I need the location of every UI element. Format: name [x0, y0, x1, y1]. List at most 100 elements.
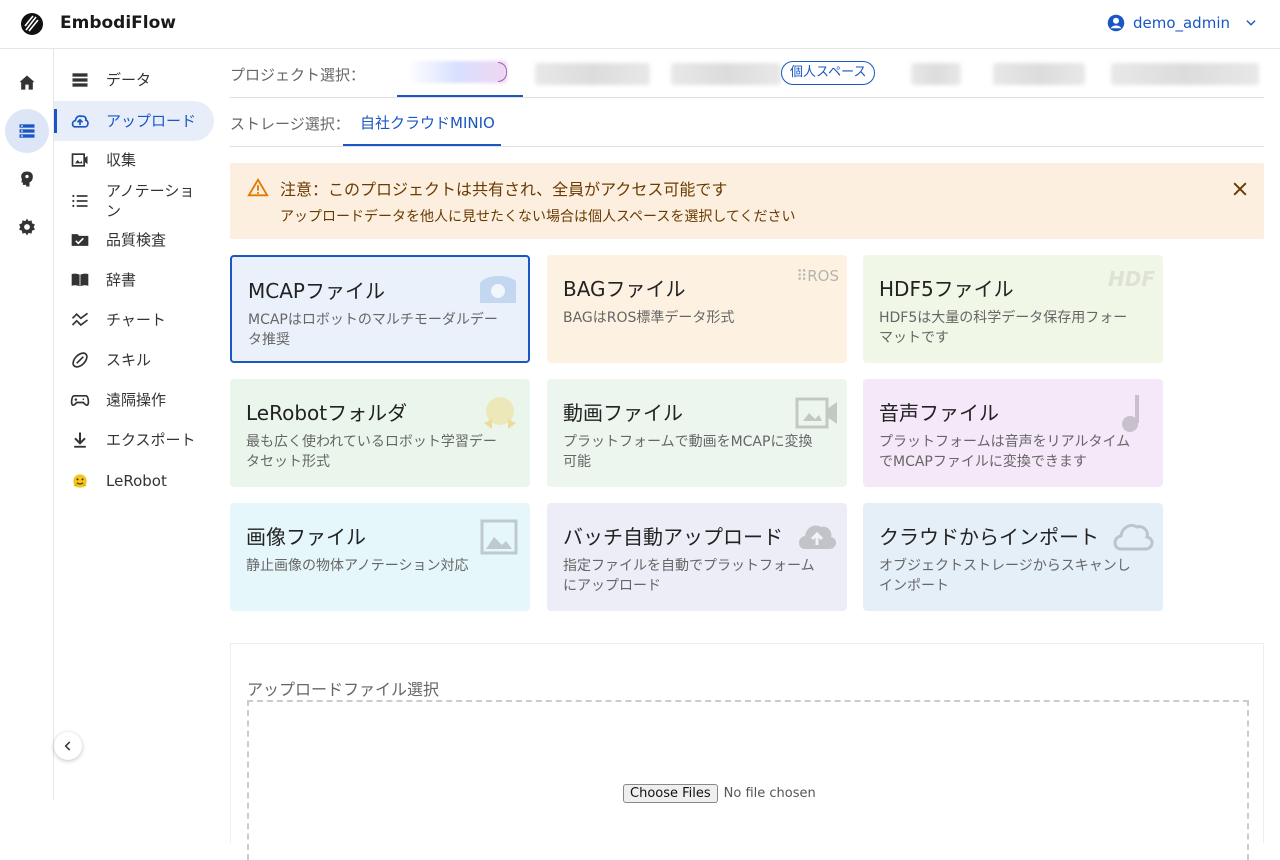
gamepad-icon: [70, 395, 90, 406]
project-tab[interactable]: [535, 63, 650, 85]
project-tab[interactable]: [911, 63, 961, 85]
gear-icon: [19, 218, 35, 236]
card-lerobot[interactable]: LeRobotフォルダ 最も広く使われているロボット学習データセット形式: [230, 379, 530, 487]
username: demo_admin: [1132, 14, 1230, 32]
video-capture-icon: [71, 153, 88, 167]
warning-icon: [247, 177, 269, 197]
side-nav: データ アップロード 収集 アノテーション 品質検査 辞書 チャート スキル 遠…: [54, 49, 214, 800]
skill-icon: [72, 352, 88, 368]
nav-item-chart[interactable]: チャート: [54, 300, 214, 340]
storage-tab-minio[interactable]: 自社クラウドMINIO: [360, 112, 495, 133]
data-table-icon: [72, 73, 88, 87]
nav-label: 辞書: [106, 271, 137, 289]
home-icon: [19, 75, 35, 90]
nav-item-annotation[interactable]: アノテーション: [54, 180, 214, 222]
top-bar: EmbodiFlow demo_admin: [0, 0, 1280, 49]
rail-brain-button[interactable]: [5, 157, 49, 201]
card-bag[interactable]: ⠿ROS BAGファイル BAGはROS標準データ形式: [547, 255, 847, 363]
project-select-label: プロジェクト選択：: [230, 66, 366, 84]
card-desc: HDF5は大量の科学データ保存用フォーマットです: [879, 310, 1128, 346]
alert-message: アップロードデータを他人に見せたくない場合は個人スペースを選択してください: [280, 209, 796, 225]
nav-label: チャート: [106, 311, 166, 329]
card-title: LeRobotフォルダ: [246, 401, 408, 425]
book-icon: [71, 273, 89, 287]
file-input-row: Choose Files No file chosen: [623, 784, 816, 803]
hugging-face-icon: [73, 474, 87, 488]
nav-label: エクスポート: [106, 431, 196, 449]
card-desc: 最も広く使われているロボット学習データセット形式: [246, 434, 497, 470]
nav-label: アノテーション: [106, 182, 195, 220]
card-mcap[interactable]: MCAPファイル MCAPはロボットのマルチモーダルデータ推奨: [230, 255, 530, 363]
main-content: プロジェクト選択： 個人スペース ストレージ選択： 自社クラウドMINIO 注意…: [230, 49, 1264, 860]
nav-item-collect[interactable]: 収集: [54, 140, 214, 180]
nav-item-dictionary[interactable]: 辞書: [54, 260, 214, 300]
upload-title: アップロードファイル選択: [247, 680, 440, 699]
chevron-down-icon: [1246, 20, 1256, 26]
card-title: 音声ファイル: [879, 401, 999, 425]
nav-item-upload[interactable]: アップロード: [54, 101, 214, 141]
card-desc: オブジェクトストレージからスキャンしインポート: [879, 558, 1131, 594]
project-tab[interactable]: [671, 63, 781, 85]
collapse-sidebar-button[interactable]: [54, 732, 82, 760]
download-icon: [74, 432, 86, 448]
card-desc: BAGはROS標準データ形式: [563, 310, 735, 326]
card-title: 動画ファイル: [563, 401, 683, 425]
nav-label: スキル: [106, 351, 152, 369]
nav-item-lerobot[interactable]: LeRobot: [54, 461, 214, 501]
card-desc: プラットフォームで動画をMCAPに変換可能: [563, 434, 813, 470]
project-tab-underline: [397, 95, 523, 97]
nav-label: 収集: [106, 151, 137, 169]
card-desc: 指定ファイルを自動でプラットフォームにアップロード: [563, 558, 815, 594]
alert-title: 注意：このプロジェクトは共有され、全員がアクセス可能です: [280, 180, 728, 199]
storage-tab-underline: [343, 144, 501, 146]
nav-item-skill[interactable]: スキル: [54, 340, 214, 380]
nav-label: データ: [106, 71, 152, 89]
card-batch-upload[interactable]: バッチ自動アップロード 指定ファイルを自動でプラットフォームにアップロード: [547, 503, 847, 611]
annotation-list-icon: [72, 194, 88, 208]
card-title: バッチ自動アップロード: [563, 525, 783, 549]
nav-label: LeRobot: [106, 472, 167, 490]
chart-icon: [71, 312, 88, 327]
app-title: EmbodiFlow: [60, 13, 176, 33]
chevron-left-icon: [64, 741, 71, 751]
user-menu[interactable]: demo_admin: [1107, 14, 1258, 32]
brain-icon: [21, 171, 33, 187]
file-dropzone[interactable]: Choose Files No file chosen: [247, 700, 1249, 860]
card-hdf5[interactable]: HDF HDF5ファイル HDF5は大量の科学データ保存用フォーマットです: [863, 255, 1163, 363]
card-audio[interactable]: 音声ファイル プラットフォームは音声をリアルタイムでMCAPファイルに変換できま…: [863, 379, 1163, 487]
card-title: クラウドからインポート: [879, 525, 1099, 549]
card-title: 画像ファイル: [246, 525, 366, 549]
card-desc: 静止画像の物体アノテーション対応: [246, 558, 469, 574]
rail-storage-button[interactable]: [5, 109, 49, 153]
project-tab[interactable]: [993, 63, 1085, 85]
nav-item-quality[interactable]: 品質検査: [54, 220, 214, 260]
choose-files-button[interactable]: Choose Files: [623, 784, 718, 803]
nav-item-data[interactable]: データ: [54, 60, 214, 100]
storage-icon: [19, 124, 35, 138]
card-desc: MCAPはロボットのマルチモーダルデータ推奨: [248, 312, 498, 348]
embodiflow-logo-icon: [21, 13, 43, 35]
card-cloud-import[interactable]: クラウドからインポート オブジェクトストレージからスキャンしインポート: [863, 503, 1163, 611]
nav-item-export[interactable]: エクスポート: [54, 420, 214, 460]
shared-project-alert: 注意：このプロジェクトは共有され、全員がアクセス可能です アップロードデータを他…: [230, 163, 1264, 239]
card-title: HDF5ファイル: [879, 277, 1014, 301]
rail-home-button[interactable]: [5, 61, 49, 105]
card-desc: プラットフォームは音声をリアルタイムでMCAPファイルに変換できます: [879, 434, 1131, 470]
file-status: No file chosen: [723, 786, 816, 801]
rail-settings-button[interactable]: [5, 205, 49, 249]
nav-label: 品質検査: [106, 231, 167, 249]
project-tab-selected[interactable]: [407, 61, 507, 83]
card-image[interactable]: 画像ファイル 静止画像の物体アノテーション対応: [230, 503, 530, 611]
icon-rail: [0, 49, 54, 800]
upload-panel: アップロードファイル選択 Choose Files No file chosen: [230, 643, 1264, 860]
nav-label: 遠隔操作: [106, 391, 167, 409]
account-circle-icon: [1107, 14, 1125, 32]
personal-space-badge[interactable]: 個人スペース: [781, 61, 876, 85]
nav-label: アップロード: [106, 112, 197, 130]
project-tab[interactable]: [1111, 63, 1259, 85]
close-icon[interactable]: [1230, 179, 1250, 199]
nav-item-teleop[interactable]: 遠隔操作: [54, 380, 214, 420]
card-title: MCAPファイル: [248, 279, 385, 303]
cloud-upload-icon: [71, 115, 89, 128]
card-video[interactable]: 動画ファイル プラットフォームで動画をMCAPに変換可能: [547, 379, 847, 487]
